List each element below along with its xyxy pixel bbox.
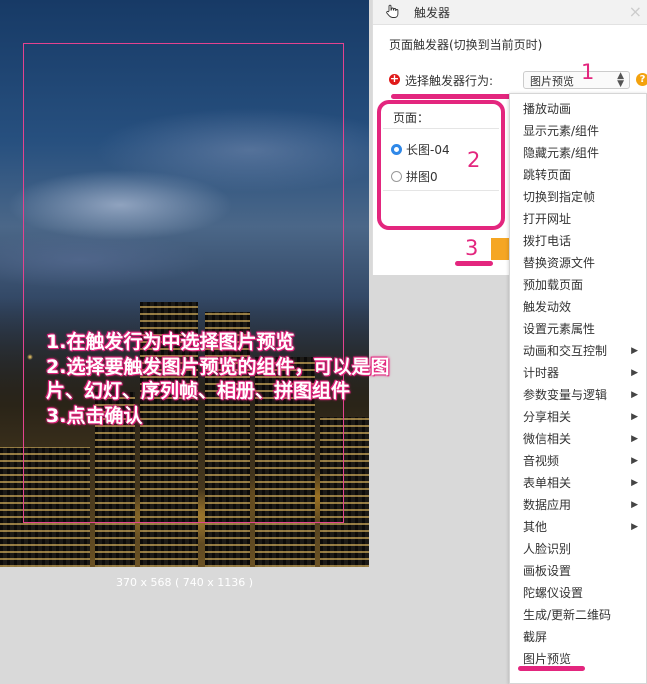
- menu-item-label: 陀螺仪设置: [523, 586, 584, 600]
- menu-item[interactable]: 计时器 ▶: [510, 362, 644, 384]
- menu-item-label: 切换到指定帧: [523, 190, 596, 204]
- menu-item-label: 拨打电话: [523, 234, 572, 248]
- page-component-box: 页面： 长图-04 拼图0 2: [377, 100, 505, 230]
- select-value: 图片预览: [530, 75, 574, 88]
- instruction-line: 片、幻灯、序列帧、相册、拼图组件: [46, 380, 351, 402]
- menu-item-label: 表单相关: [523, 476, 572, 490]
- menu-item[interactable]: 替换资源文件: [510, 252, 644, 274]
- menu-item[interactable]: 跳转页面: [510, 164, 644, 186]
- radio-option[interactable]: 拼图0: [391, 168, 438, 185]
- confirm-button[interactable]: [491, 238, 511, 260]
- menu-item[interactable]: 显示元素/组件: [510, 120, 644, 142]
- add-icon[interactable]: +: [389, 73, 400, 85]
- radio-label: 长图-04: [406, 143, 450, 157]
- instruction-text: 1.在触发行为中选择图片预览 2.选择要触发图片预览的组件，可以是图 片、幻灯、…: [46, 330, 476, 428]
- radio-unselected-icon[interactable]: [391, 171, 402, 182]
- submenu-arrow-icon: ▶: [631, 456, 638, 466]
- menu-item[interactable]: 表单相关 ▶: [510, 472, 644, 494]
- menu-item-label: 其他: [523, 520, 548, 534]
- panel-header: 触发器 ×: [373, 0, 647, 25]
- divider: [383, 190, 499, 191]
- menu-item-label: 分享相关: [523, 410, 572, 424]
- menu-item[interactable]: 截屏: [510, 626, 644, 648]
- page-label: 页面：: [393, 111, 430, 125]
- menu-item-label: 画板设置: [523, 564, 572, 578]
- menu-item-label: 显示元素/组件: [523, 124, 600, 138]
- menu-item[interactable]: 播放动画: [510, 98, 644, 120]
- menu-item[interactable]: 音视频 ▶: [510, 450, 644, 472]
- menu-item[interactable]: 陀螺仪设置: [510, 582, 644, 604]
- panel-title: 触发器: [414, 6, 451, 20]
- menu-item[interactable]: 设置元素属性: [510, 318, 644, 340]
- menu-item-label: 播放动画: [523, 102, 572, 116]
- menu-item-label: 设置元素属性: [523, 322, 596, 336]
- close-icon[interactable]: ×: [629, 2, 642, 21]
- annotation-number-2: 2: [467, 148, 481, 172]
- menu-item-label: 音视频: [523, 454, 560, 468]
- menu-item-label: 打开网址: [523, 212, 572, 226]
- menu-item[interactable]: 生成/更新二维码: [510, 604, 644, 626]
- menu-item[interactable]: 预加载页面: [510, 274, 644, 296]
- submenu-arrow-icon: ▶: [631, 390, 638, 400]
- menu-item[interactable]: 动画和交互控制 ▶: [510, 340, 644, 362]
- menu-item-label: 替换资源文件: [523, 256, 596, 270]
- menu-item-label: 图片预览: [523, 652, 572, 666]
- divider: [383, 128, 499, 129]
- canvas-bounds: [23, 43, 344, 523]
- radio-option[interactable]: 长图-04: [391, 141, 450, 158]
- menu-item-label: 预加载页面: [523, 278, 584, 292]
- menu-item[interactable]: 分享相关 ▶: [510, 406, 644, 428]
- instruction-line: 1.在触发行为中选择图片预览: [46, 331, 295, 353]
- menu-item[interactable]: 参数变量与逻辑 ▶: [510, 384, 644, 406]
- menu-item-label: 生成/更新二维码: [523, 608, 612, 622]
- submenu-arrow-icon: ▶: [631, 434, 638, 444]
- instruction-line: 3.点击确认: [46, 404, 143, 427]
- menu-item-label: 计时器: [523, 366, 560, 380]
- menu-item[interactable]: 画板设置: [510, 560, 644, 582]
- menu-item-label: 数据应用: [523, 498, 572, 512]
- submenu-arrow-icon: ▶: [631, 522, 638, 532]
- menu-item[interactable]: 人脸识别: [510, 538, 644, 560]
- menu-item-label: 人脸识别: [523, 542, 572, 556]
- menu-item-label: 隐藏元素/组件: [523, 146, 600, 160]
- help-icon[interactable]: ?: [636, 73, 647, 86]
- instruction-line: 2.选择要触发图片预览的组件，可以是图: [46, 355, 390, 378]
- annotation-underline: [455, 261, 493, 266]
- trigger-behavior-label: 选择触发器行为:: [405, 74, 494, 88]
- menu-item[interactable]: 其他 ▶: [510, 516, 644, 538]
- submenu-arrow-icon: ▶: [631, 346, 638, 356]
- menu-item[interactable]: 数据应用 ▶: [510, 494, 644, 516]
- menu-item[interactable]: 触发动效: [510, 296, 644, 318]
- menu-item-label: 截屏: [523, 630, 548, 644]
- menu-item-label: 触发动效: [523, 300, 572, 314]
- annotation-number-1: 1: [581, 60, 595, 84]
- radio-selected-icon[interactable]: [391, 144, 402, 155]
- select-caret-icon: ▲ ▼: [617, 71, 624, 89]
- menu-item[interactable]: 打开网址: [510, 208, 644, 230]
- submenu-arrow-icon: ▶: [631, 412, 638, 422]
- canvas-size-label: 370 x 568 ( 740 x 1136 ): [115, 576, 254, 589]
- menu-item[interactable]: 隐藏元素/组件: [510, 142, 644, 164]
- trigger-behavior-menu: 播放动画显示元素/组件 隐藏元素/组件 跳转页面切换到指定帧 打开网址拨打电话替换资源…: [509, 93, 647, 684]
- menu-item-label: 跳转页面: [523, 168, 572, 182]
- panel-subtitle: 页面触发器(切换到当前页时): [389, 38, 543, 52]
- radio-label: 拼图0: [406, 170, 438, 184]
- annotation-number-3: 3: [465, 236, 479, 260]
- annotation-underline: [518, 666, 585, 671]
- menu-item-label: 动画和交互控制: [523, 344, 608, 358]
- menu-item[interactable]: 拨打电话: [510, 230, 644, 252]
- menu-item-label: 微信相关: [523, 432, 572, 446]
- menu-item-label: 参数变量与逻辑: [523, 388, 608, 402]
- submenu-arrow-icon: ▶: [631, 500, 638, 510]
- menu-item[interactable]: 微信相关 ▶: [510, 428, 644, 450]
- trigger-behavior-row: + 选择触发器行为: 图片预览 ▲ ▼ ?: [389, 71, 647, 89]
- hand-pointer-icon: [386, 4, 399, 18]
- trigger-behavior-select[interactable]: 图片预览 ▲ ▼: [523, 71, 630, 89]
- menu-item[interactable]: 切换到指定帧: [510, 186, 644, 208]
- submenu-arrow-icon: ▶: [631, 478, 638, 488]
- submenu-arrow-icon: ▶: [631, 368, 638, 378]
